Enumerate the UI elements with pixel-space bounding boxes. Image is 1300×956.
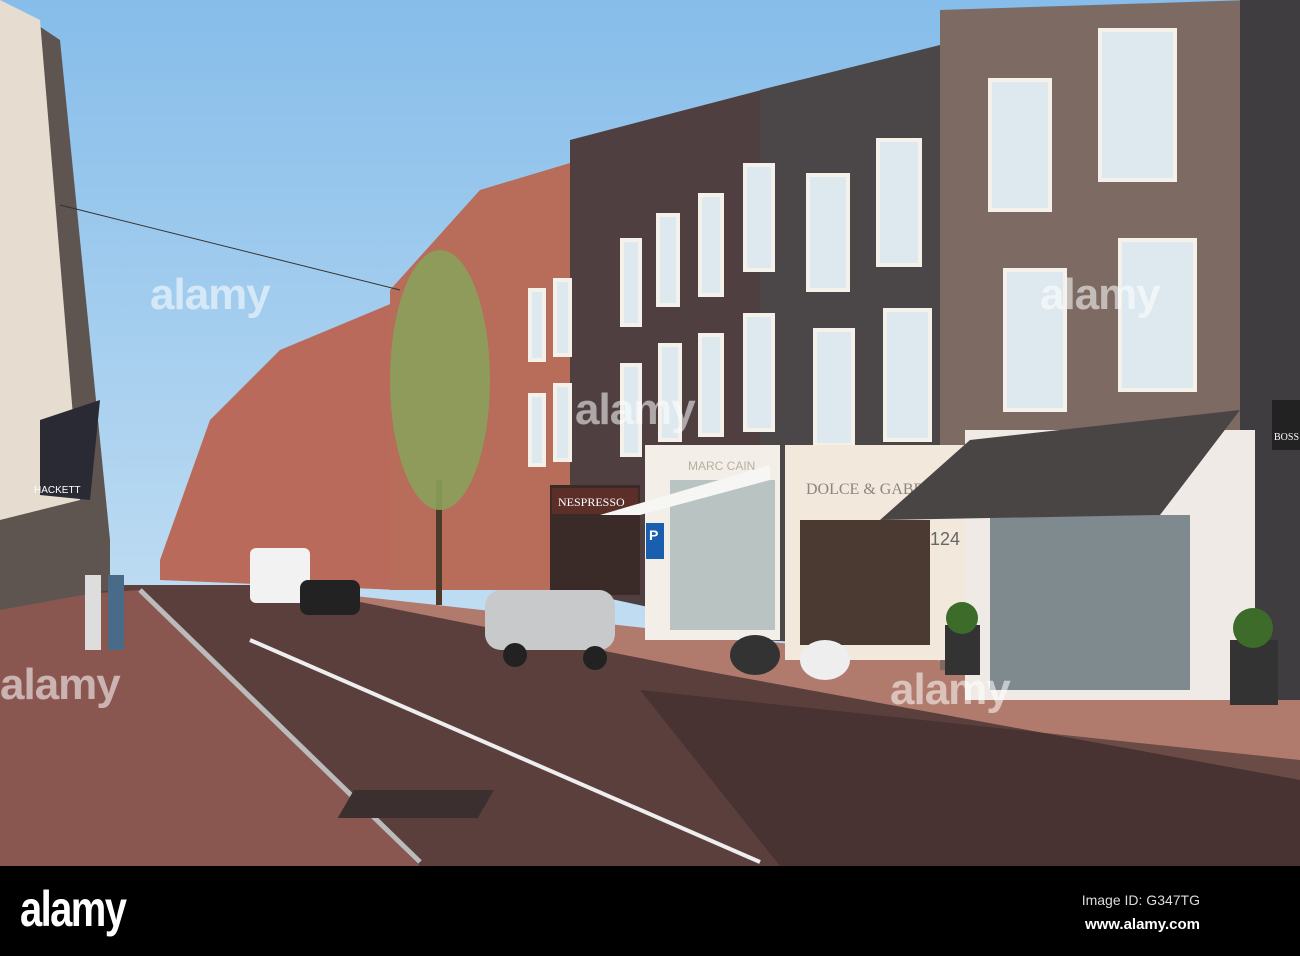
marc-cain-sign: MARC CAIN xyxy=(688,459,755,473)
watermark: alamy xyxy=(0,660,121,709)
image-id: Image ID: G347TG xyxy=(1081,892,1200,908)
hackett-sign: HACKETT xyxy=(34,485,81,496)
parking-sign-letter: P xyxy=(649,527,658,543)
scooter xyxy=(730,635,780,675)
car-dark xyxy=(300,580,360,615)
alamy-logo: alamy xyxy=(20,881,127,937)
scooter xyxy=(800,640,850,680)
watermark: alamy xyxy=(890,665,1011,714)
car-silver xyxy=(485,590,615,650)
house-number: 124 xyxy=(930,529,960,549)
nespresso-sign: NESPRESSO xyxy=(558,495,625,509)
drain-cover xyxy=(337,790,494,818)
planter xyxy=(1230,640,1278,705)
photo: HACKETT NESPRESSO MARC CAIN DOLCE & GABB… xyxy=(0,0,1300,956)
site-url: www.alamy.com xyxy=(1084,916,1200,933)
watermark: alamy xyxy=(150,270,271,319)
pedestrian xyxy=(108,575,124,650)
watermark-footer: alamy Image ID: G347TG www.alamy.com xyxy=(0,866,1300,956)
watermark: alamy xyxy=(1040,270,1161,319)
pedestrian xyxy=(85,575,101,650)
watermark: alamy xyxy=(575,385,696,434)
boss-sign: BOSS xyxy=(1274,432,1299,443)
tree-crown xyxy=(390,250,490,510)
